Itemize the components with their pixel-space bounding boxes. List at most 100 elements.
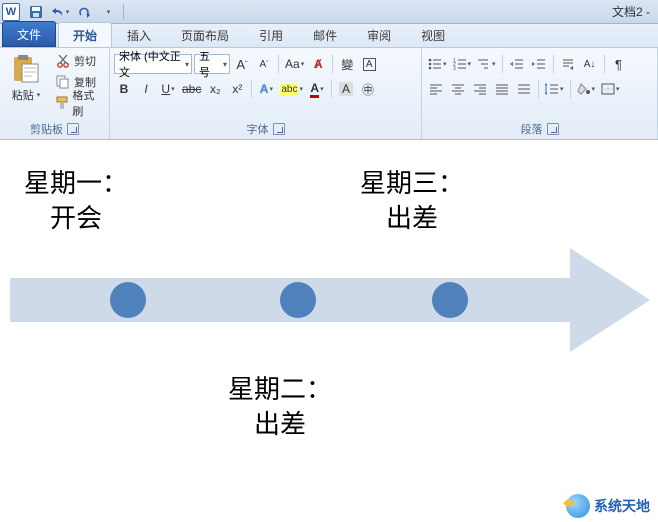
tab-file[interactable]: 文件 bbox=[2, 21, 56, 47]
font-launcher[interactable] bbox=[273, 123, 285, 135]
shading-icon bbox=[577, 83, 591, 95]
shrink-font-button[interactable]: Aˇ bbox=[254, 54, 274, 74]
align-left-button[interactable] bbox=[426, 79, 446, 99]
timeline-item-3-title: 星期三： bbox=[360, 169, 464, 198]
timeline-dot-1[interactable] bbox=[110, 282, 146, 318]
align-center-button[interactable] bbox=[448, 79, 468, 99]
qat-save-button[interactable] bbox=[25, 2, 47, 22]
line-spacing-button[interactable]: ▾ bbox=[543, 79, 566, 99]
borders-icon bbox=[601, 83, 615, 95]
strikethrough-button[interactable]: abc bbox=[180, 79, 203, 99]
ribbon: 粘贴▾ 剪切 复制 格式刷 剪贴板 宋体 (中 bbox=[0, 48, 658, 140]
redo-icon bbox=[78, 6, 90, 18]
numbering-icon: 123 bbox=[453, 58, 467, 70]
font-color-button[interactable]: A▾ bbox=[307, 79, 327, 99]
timeline-item-1[interactable]: 星期一： 开会 bbox=[24, 166, 128, 236]
cut-icon bbox=[55, 53, 71, 69]
paragraph-launcher[interactable] bbox=[547, 123, 559, 135]
sort-button[interactable]: A↓ bbox=[580, 54, 600, 74]
font-name-value: 宋体 (中文正文 bbox=[119, 48, 181, 80]
enclosed-char-button[interactable]: ㊥ bbox=[358, 79, 378, 99]
highlight-button[interactable]: abc▾ bbox=[278, 79, 305, 99]
font-size-combo[interactable]: 五号▾ bbox=[194, 54, 230, 74]
numbering-button[interactable]: 123▾ bbox=[451, 54, 474, 74]
shading-button[interactable]: ▾ bbox=[575, 79, 598, 99]
document-canvas[interactable]: 星期一： 开会 星期三： 出差 星期二： 出差 系统天地 bbox=[0, 140, 658, 522]
bullets-button[interactable]: ▾ bbox=[426, 54, 449, 74]
format-painter-icon bbox=[55, 95, 69, 111]
pinyin-guide-button[interactable]: 變 bbox=[337, 54, 357, 74]
decrease-indent-button[interactable] bbox=[507, 54, 527, 74]
align-right-button[interactable] bbox=[470, 79, 490, 99]
multilevel-icon bbox=[477, 58, 491, 70]
change-case-button[interactable]: Aa▾ bbox=[283, 54, 306, 74]
paste-button[interactable]: 粘贴▾ bbox=[4, 51, 48, 119]
watermark-text: 系统天地 bbox=[594, 496, 650, 516]
format-painter-button[interactable]: 格式刷 bbox=[52, 93, 105, 113]
group-clipboard: 粘贴▾ 剪切 复制 格式刷 剪贴板 bbox=[0, 48, 110, 139]
show-marks-button[interactable]: ¶ bbox=[609, 54, 629, 74]
indent-icon bbox=[532, 58, 546, 70]
cut-button[interactable]: 剪切 bbox=[52, 51, 105, 71]
tab-page-layout[interactable]: 页面布局 bbox=[166, 22, 244, 47]
clear-formatting-button[interactable]: Ⱥ bbox=[308, 54, 328, 74]
font-name-combo[interactable]: 宋体 (中文正文▾ bbox=[114, 54, 192, 74]
chevron-down-icon: ▾ bbox=[107, 8, 111, 16]
group-font: 宋体 (中文正文▾ 五号▾ Aˆ Aˇ Aa▾ Ⱥ 變 A B I U▾ abc… bbox=[110, 48, 422, 139]
align-right-icon bbox=[473, 83, 487, 95]
multilevel-list-button[interactable]: ▾ bbox=[475, 54, 498, 74]
paste-label: 粘贴 bbox=[12, 87, 34, 103]
tab-review[interactable]: 审阅 bbox=[352, 22, 406, 47]
tab-references[interactable]: 引用 bbox=[244, 22, 298, 47]
timeline-item-1-body: 开会 bbox=[50, 204, 102, 233]
char-border-button[interactable]: A bbox=[359, 54, 379, 74]
grow-font-button[interactable]: Aˆ bbox=[232, 54, 252, 74]
timeline-item-1-title: 星期一： bbox=[24, 169, 128, 198]
char-shading-button[interactable]: A bbox=[336, 79, 356, 99]
line-spacing-icon bbox=[545, 83, 559, 95]
clipboard-launcher[interactable] bbox=[67, 123, 79, 135]
timeline-dot-2[interactable] bbox=[280, 282, 316, 318]
bold-button[interactable]: B bbox=[114, 79, 134, 99]
paste-icon bbox=[10, 53, 42, 85]
tab-home[interactable]: 开始 bbox=[58, 22, 112, 47]
italic-button[interactable]: I bbox=[136, 79, 156, 99]
qat-redo-button[interactable] bbox=[73, 2, 95, 22]
timeline-item-3[interactable]: 星期三： 出差 bbox=[360, 166, 464, 236]
align-justify-button[interactable] bbox=[492, 79, 512, 99]
tab-mailings[interactable]: 邮件 bbox=[298, 22, 352, 47]
align-distribute-icon bbox=[517, 83, 531, 95]
borders-button[interactable]: ▾ bbox=[599, 79, 622, 99]
tab-insert[interactable]: 插入 bbox=[112, 22, 166, 47]
save-icon bbox=[29, 5, 43, 19]
ltr-icon bbox=[562, 58, 574, 70]
undo-icon bbox=[51, 6, 65, 18]
title-bar: W ▾ ▾ 文档2 - bbox=[0, 0, 658, 24]
timeline-item-2-title: 星期二： bbox=[228, 375, 332, 404]
text-effects-button[interactable]: A▾ bbox=[256, 79, 276, 99]
align-center-icon bbox=[451, 83, 465, 95]
copy-icon bbox=[55, 74, 71, 90]
superscript-button[interactable]: x² bbox=[227, 79, 247, 99]
subscript-button[interactable]: x₂ bbox=[205, 79, 225, 99]
svg-text:3: 3 bbox=[453, 66, 456, 70]
globe-icon bbox=[566, 494, 590, 518]
ltr-button[interactable] bbox=[558, 54, 578, 74]
app-icon: W bbox=[2, 3, 20, 21]
tab-view[interactable]: 视图 bbox=[406, 22, 460, 47]
qat-undo-button[interactable]: ▾ bbox=[49, 2, 71, 22]
timeline-dot-3[interactable] bbox=[432, 282, 468, 318]
bullets-icon bbox=[428, 58, 442, 70]
align-distribute-button[interactable] bbox=[514, 79, 534, 99]
qat-customize-button[interactable]: ▾ bbox=[97, 2, 119, 22]
cut-label: 剪切 bbox=[74, 53, 96, 69]
underline-button[interactable]: U▾ bbox=[158, 79, 178, 99]
align-justify-icon bbox=[495, 83, 509, 95]
format-painter-label: 格式刷 bbox=[72, 87, 102, 119]
increase-indent-button[interactable] bbox=[529, 54, 549, 74]
group-paragraph: ▾ 123▾ ▾ A↓ ¶ ▾ ▾ bbox=[422, 48, 658, 139]
timeline-item-2[interactable]: 星期二： 出差 bbox=[228, 372, 332, 442]
font-size-value: 五号 bbox=[199, 48, 219, 80]
align-left-icon bbox=[429, 83, 443, 95]
watermark: 系统天地 bbox=[566, 494, 650, 518]
